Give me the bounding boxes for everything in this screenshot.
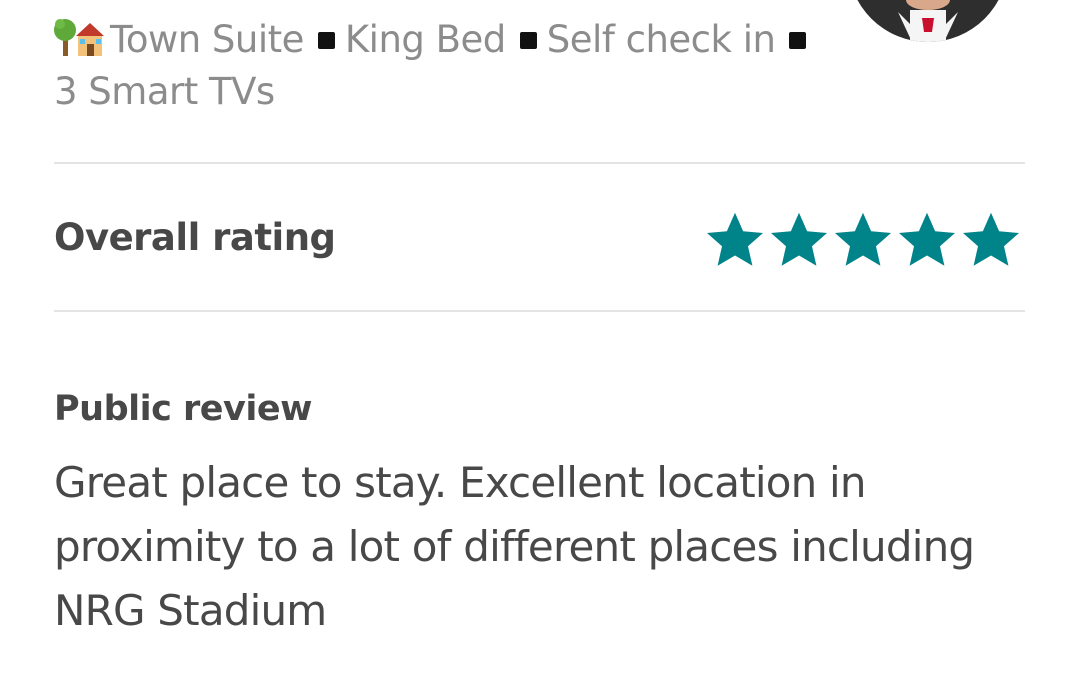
overall-rating-label: Overall rating [54, 216, 336, 259]
black-square-icon [317, 32, 335, 49]
listing-feature: Town Suite [110, 18, 304, 61]
public-review-label: Public review [54, 389, 312, 429]
listing-subtitle: Town Suite King Bed Self check in 3 Smart T… [54, 14, 844, 118]
divider [54, 310, 1025, 312]
public-review-text: Great place to stay. Excellent location … [54, 458, 975, 635]
black-square-icon [789, 32, 807, 49]
divider [54, 162, 1025, 164]
listing-feature: King Bed [344, 18, 506, 61]
star-icon [835, 212, 891, 266]
star-icon [707, 212, 763, 266]
host-avatar[interactable] [848, 0, 1008, 42]
listing-feature: 3 Smart TVs [54, 70, 275, 113]
star-icon [771, 212, 827, 266]
house-with-garden-icon [54, 14, 106, 58]
star-icon [963, 212, 1019, 266]
star-icon [899, 212, 955, 266]
black-square-icon [519, 32, 537, 49]
star-rating [703, 208, 1023, 272]
listing-feature: Self check in [546, 18, 776, 61]
